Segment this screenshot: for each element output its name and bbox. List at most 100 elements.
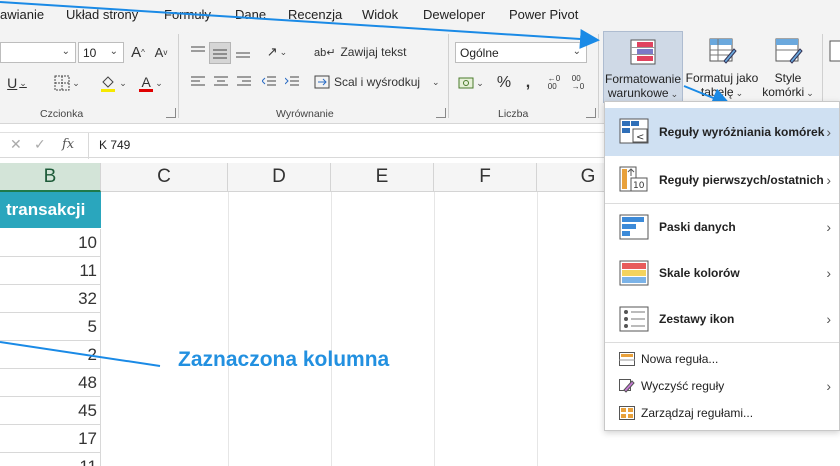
number-format-value: Ogólne <box>460 45 499 60</box>
menu-divider <box>605 342 839 343</box>
thousands-button[interactable]: , <box>518 72 538 94</box>
menu-item-icon-sets[interactable]: Zestawy ikon › <box>605 296 839 342</box>
menu-item-highlight-rules[interactable]: < Reguły wyróżniania komórek › <box>605 108 839 156</box>
top-bottom-rules-icon: 10 <box>619 166 648 192</box>
cell-styles-button[interactable]: Style komórki ⌄ <box>762 31 814 103</box>
merge-center-button[interactable]: Scal i wyśrodkuj ⌄ <box>314 72 440 92</box>
insert-function-icon[interactable]: fx <box>62 137 74 152</box>
column-header-f[interactable]: F <box>434 163 537 192</box>
menu-item-label: Wyczyść reguły <box>641 379 725 393</box>
align-left-button[interactable] <box>188 72 208 92</box>
chevron-right-icon: › <box>826 124 831 140</box>
align-bottom-button[interactable] <box>233 42 253 62</box>
table-cell[interactable]: 10 <box>0 229 101 257</box>
font-color-icon: A <box>139 73 154 92</box>
merge-center-label: Scal i wyśrodkuj <box>334 75 421 89</box>
column-header-e[interactable]: E <box>331 163 434 192</box>
chevron-down-icon: ⌄ <box>735 88 744 98</box>
percent-button[interactable]: % <box>494 72 514 94</box>
conditional-formatting-button[interactable]: Formatowanie warunkowe ⌄ <box>603 31 683 103</box>
table-cell[interactable]: 11 <box>0 453 101 466</box>
cell-styles-icon <box>775 38 803 64</box>
fill-bucket-icon <box>101 76 116 92</box>
menu-item-label: Reguły wyróżniania komórek <box>659 125 825 139</box>
font-color-button[interactable]: A ⌄ <box>136 72 166 94</box>
chevron-down-icon: ⌄ <box>670 89 679 99</box>
comma-style-icon: , <box>525 74 531 91</box>
table-cell[interactable]: 11 <box>0 257 101 285</box>
grid-line <box>228 192 229 466</box>
format-as-table-button[interactable]: Formatuj jako tabelę ⌄ <box>684 31 760 103</box>
chevron-down-icon: ⌄ <box>806 88 814 98</box>
table-header-cell[interactable]: transakcji <box>0 192 101 228</box>
tab-deweloper[interactable]: Deweloper <box>423 7 485 22</box>
group-divider <box>448 34 449 118</box>
format-as-table-label1: Formatuj jako <box>685 71 759 85</box>
wrap-text-button[interactable]: ab↵ Zawijaj tekst <box>314 42 406 62</box>
conditional-formatting-menu: < Reguły wyróżniania komórek › 10 Reguły… <box>604 101 840 431</box>
column-header-c[interactable]: C <box>101 163 228 192</box>
font-launcher[interactable] <box>166 108 176 118</box>
font-name-combo[interactable]: ⌄ <box>0 42 76 63</box>
menu-item-label: Zarządzaj regułami... <box>641 406 754 420</box>
number-launcher[interactable] <box>586 108 596 118</box>
align-top-button[interactable] <box>188 42 208 62</box>
tab-recenzja[interactable]: Recenzja <box>288 7 342 22</box>
table-cell[interactable]: 45 <box>0 397 101 425</box>
data-bars-icon <box>619 214 649 240</box>
borders-button[interactable]: ⌄ <box>52 72 82 94</box>
column-header-d[interactable]: D <box>228 163 331 192</box>
chevron-right-icon: › <box>826 265 831 281</box>
tab-widok[interactable]: Widok <box>362 7 398 22</box>
menu-item-color-scales[interactable]: Skale kolorów › <box>605 250 839 296</box>
decrease-decimal-button[interactable]: 00 →0 <box>568 72 588 94</box>
table-cell[interactable]: 48 <box>0 369 101 397</box>
alignment-launcher[interactable] <box>436 108 446 118</box>
align-right-button[interactable] <box>234 72 254 92</box>
chevron-down-icon: ⌄ <box>572 46 581 57</box>
increase-decimal-button[interactable]: ←0 00 <box>544 72 564 94</box>
next-group-button[interactable] <box>826 31 840 103</box>
icon-sets-icon <box>619 306 649 332</box>
menu-item-new-rule[interactable]: Nowa reguła... <box>605 346 839 372</box>
menu-item-clear-rules[interactable]: Wyczyść reguły › <box>605 373 839 399</box>
font-color-label: A <box>141 73 151 90</box>
number-format-combo[interactable]: Ogólne ⌄ <box>455 42 587 63</box>
tab-uklad-strony[interactable]: Układ strony <box>66 7 138 22</box>
table-cell[interactable]: 5 <box>0 313 101 341</box>
table-cell[interactable]: 32 <box>0 285 101 313</box>
align-middle-icon <box>213 49 227 59</box>
decrease-indent-button[interactable] <box>259 72 279 92</box>
cell-styles-label2: komórki ⌄ <box>762 85 814 100</box>
orientation-button[interactable]: ↗ ⌄ <box>262 42 292 62</box>
group-divider <box>178 34 179 118</box>
tab-power-pivot[interactable]: Power Pivot <box>509 7 578 22</box>
font-color-swatch <box>139 88 154 92</box>
align-center-button[interactable] <box>211 72 231 92</box>
column-header-b[interactable]: B <box>0 163 101 192</box>
table-cell[interactable]: 2 <box>0 341 101 369</box>
align-top-icon <box>191 46 205 52</box>
tab-formuly[interactable]: Formuły <box>164 7 211 22</box>
underline-button[interactable]: U ⌄ <box>4 72 30 94</box>
tab-wstawianie[interactable]: awianie <box>0 7 44 22</box>
checkmark-icon[interactable]: ✓ <box>34 136 46 153</box>
menu-item-label: Reguły pierwszych/ostatnich <box>659 173 824 187</box>
table-cell[interactable]: 17 <box>0 425 101 453</box>
currency-button[interactable]: ⌄ <box>456 72 486 94</box>
shrink-font-button[interactable]: Av <box>151 42 171 63</box>
tab-dane[interactable]: Dane <box>235 7 266 22</box>
increase-indent-button[interactable] <box>282 72 302 92</box>
cancel-icon[interactable]: ✕ <box>10 136 22 153</box>
align-bottom-icon <box>236 52 250 58</box>
font-size-combo[interactable]: 10 ⌄ <box>78 42 124 63</box>
menu-item-top-bottom-rules[interactable]: 10 Reguły pierwszych/ostatnich › <box>605 156 839 204</box>
conditional-formatting-label2-text: warunkowe <box>607 86 669 100</box>
fill-color-button[interactable]: ⌄ <box>98 72 128 94</box>
menu-item-manage-rules[interactable]: Zarządzaj regułami... <box>605 400 839 426</box>
chevron-right-icon: › <box>826 378 831 394</box>
grow-font-button[interactable]: A ^ <box>128 42 148 63</box>
increase-indent-icon <box>285 76 299 86</box>
menu-item-data-bars[interactable]: Paski danych › <box>605 204 839 250</box>
align-middle-button[interactable] <box>209 42 231 64</box>
